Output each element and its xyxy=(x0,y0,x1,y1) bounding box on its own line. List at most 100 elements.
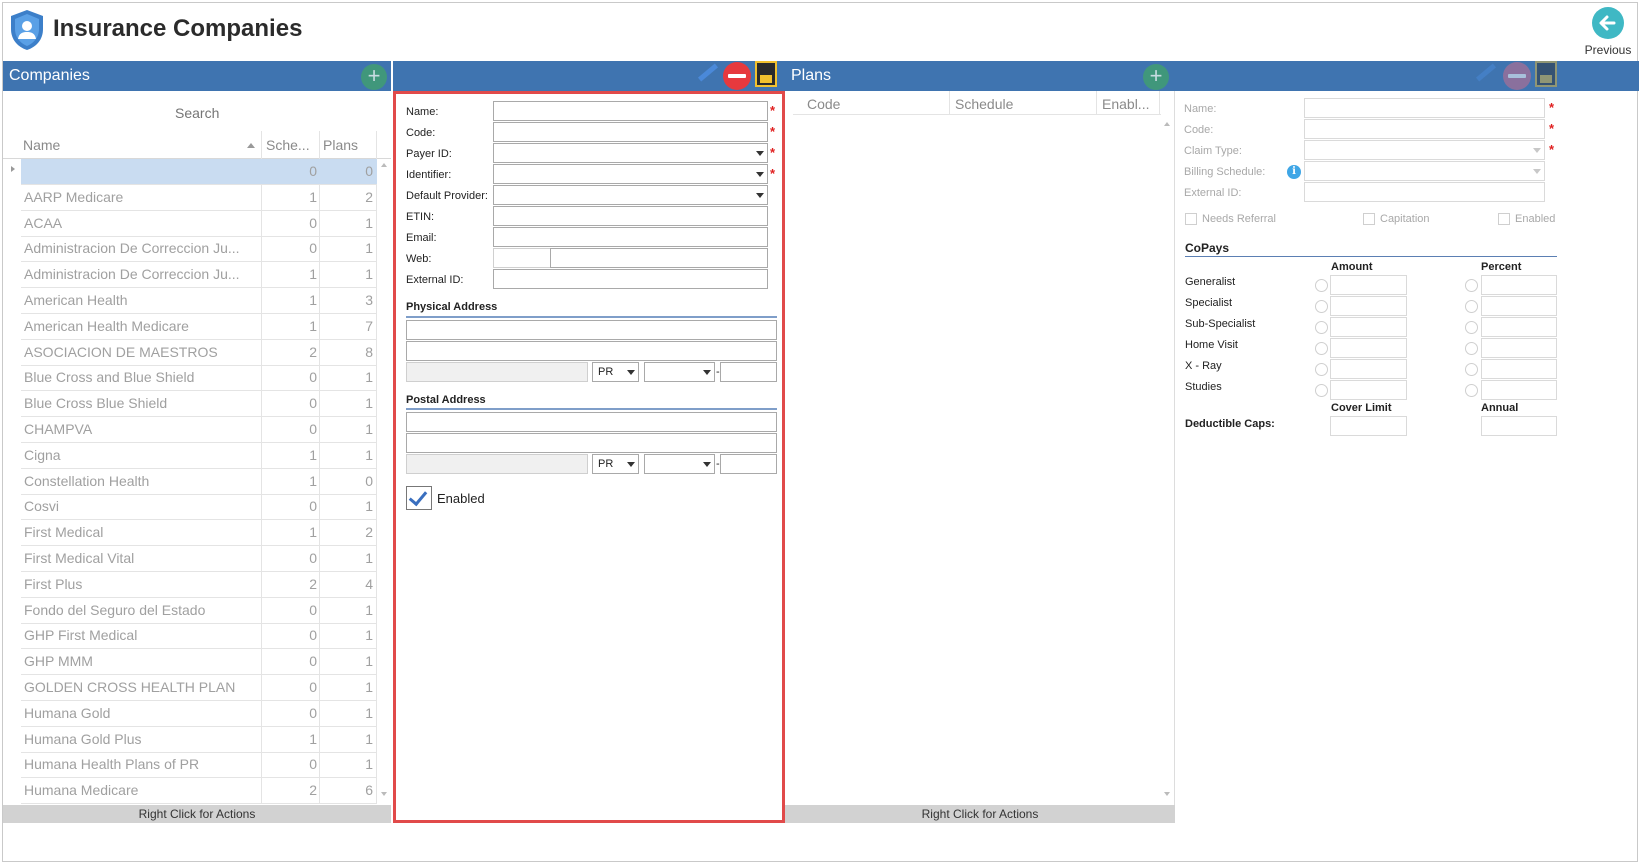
needs-referral-checkbox[interactable] xyxy=(1185,213,1197,225)
add-company-button[interactable]: + xyxy=(361,64,387,90)
table-row[interactable]: Humana Health Plans of PR 0 1 xyxy=(21,752,377,779)
plan-external-id-field[interactable] xyxy=(1304,182,1545,202)
delete-plan-button[interactable] xyxy=(1503,62,1531,90)
table-row[interactable]: Blue Cross and Blue Shield 0 1 xyxy=(21,365,377,392)
previous-button[interactable]: Previous xyxy=(1583,7,1633,59)
table-row[interactable]: 00 xyxy=(21,159,377,185)
amount-radio[interactable] xyxy=(1315,279,1328,292)
table-row[interactable]: Blue Cross Blue Shield 0 1 xyxy=(21,391,377,418)
percent-field[interactable] xyxy=(1481,296,1557,316)
physical-address-line1[interactable] xyxy=(406,320,777,340)
delete-company-button[interactable] xyxy=(723,62,751,90)
payer-id-select[interactable] xyxy=(493,143,768,163)
column-schedule-header[interactable]: Schedule xyxy=(955,96,1013,112)
annual-field[interactable] xyxy=(1481,416,1557,436)
capitation-checkbox[interactable] xyxy=(1363,213,1375,225)
physical-zip-select[interactable] xyxy=(644,362,715,382)
postal-city-field[interactable] xyxy=(406,454,588,474)
amount-field[interactable] xyxy=(1330,359,1407,379)
amount-radio[interactable] xyxy=(1315,300,1328,313)
postal-zip-ext-field[interactable] xyxy=(720,454,777,474)
percent-radio[interactable] xyxy=(1465,363,1478,376)
external-id-field[interactable] xyxy=(493,269,768,289)
column-plans-header[interactable]: Plans xyxy=(323,137,358,153)
percent-radio[interactable] xyxy=(1465,321,1478,334)
cover-limit-field[interactable] xyxy=(1330,416,1407,436)
name-field[interactable] xyxy=(493,101,768,121)
save-plan-icon[interactable] xyxy=(1535,61,1557,87)
billing-schedule-select[interactable] xyxy=(1304,161,1545,181)
physical-state-select[interactable]: PR xyxy=(592,362,639,382)
table-row[interactable]: American Health Medicare 1 7 xyxy=(21,314,377,340)
scroll-up-icon[interactable] xyxy=(381,163,387,167)
table-row[interactable]: First Medical Vital 0 1 xyxy=(21,546,377,572)
table-row[interactable]: Cosvi 0 1 xyxy=(21,494,377,521)
column-enabled-header[interactable]: Enabl... xyxy=(1102,96,1149,112)
table-row[interactable]: Constellation Health 1 0 xyxy=(21,469,377,495)
postal-state-select[interactable]: PR xyxy=(592,454,639,474)
default-provider-select[interactable] xyxy=(493,185,768,205)
scroll-down-icon[interactable] xyxy=(1164,792,1170,796)
table-row[interactable]: GOLDEN CROSS HEALTH PLAN 0 1 xyxy=(21,675,377,701)
plan-name-field[interactable] xyxy=(1304,98,1545,118)
column-name-header[interactable]: Name xyxy=(23,137,60,153)
save-icon[interactable] xyxy=(755,61,777,87)
amount-radio[interactable] xyxy=(1315,321,1328,334)
amount-radio[interactable] xyxy=(1315,384,1328,397)
identifier-select[interactable] xyxy=(493,164,768,184)
edit-pencil-icon[interactable] xyxy=(697,63,719,82)
postal-zip-select[interactable] xyxy=(644,454,715,474)
table-row[interactable]: GHP First Medical 0 1 xyxy=(21,623,377,650)
info-icon[interactable]: i xyxy=(1287,165,1301,179)
column-code-header[interactable]: Code xyxy=(807,96,840,112)
percent-radio[interactable] xyxy=(1465,300,1478,313)
table-row[interactable]: First Plus 2 4 xyxy=(21,572,377,598)
table-row[interactable]: Humana Medicare 2 6 xyxy=(21,778,377,805)
scroll-down-icon[interactable] xyxy=(381,792,387,796)
amount-field[interactable] xyxy=(1330,275,1407,295)
postal-address-line2[interactable] xyxy=(406,433,777,453)
add-plan-button[interactable]: + xyxy=(1143,64,1169,90)
table-row[interactable]: CHAMPVA 0 1 xyxy=(21,417,377,443)
table-row[interactable]: American Health 1 3 xyxy=(21,288,377,314)
column-schedules-header[interactable]: Sche... xyxy=(266,137,310,153)
table-row[interactable]: Humana Gold 0 1 xyxy=(21,701,377,727)
percent-radio[interactable] xyxy=(1465,279,1478,292)
enabled-checkbox[interactable] xyxy=(406,486,432,510)
plan-enabled-checkbox[interactable] xyxy=(1498,213,1510,225)
table-row[interactable]: Fondo del Seguro del Estado 0 1 xyxy=(21,598,377,624)
table-row[interactable]: ACAA 0 1 xyxy=(21,211,377,237)
percent-radio[interactable] xyxy=(1465,384,1478,397)
amount-field[interactable] xyxy=(1330,317,1407,337)
table-row[interactable]: Administracion De Correccion Ju... 0 1 xyxy=(21,236,377,263)
physical-zip-ext-field[interactable] xyxy=(720,362,777,382)
percent-field[interactable] xyxy=(1481,380,1557,400)
percent-field[interactable] xyxy=(1481,275,1557,295)
physical-address-line2[interactable] xyxy=(406,341,777,361)
table-row[interactable]: AARP Medicare 1 2 xyxy=(21,185,377,211)
percent-field[interactable] xyxy=(1481,359,1557,379)
web-protocol-field[interactable] xyxy=(493,248,551,268)
scroll-up-icon[interactable] xyxy=(1164,122,1170,126)
table-row[interactable]: ASOCIACION DE MAESTROS 2 8 xyxy=(21,340,377,366)
edit-plan-pencil-icon[interactable] xyxy=(1475,63,1497,82)
amount-radio[interactable] xyxy=(1315,363,1328,376)
amount-field[interactable] xyxy=(1330,296,1407,316)
percent-field[interactable] xyxy=(1481,317,1557,337)
email-field[interactable] xyxy=(493,227,768,247)
amount-field[interactable] xyxy=(1330,380,1407,400)
percent-field[interactable] xyxy=(1481,338,1557,358)
claim-type-select[interactable] xyxy=(1304,140,1545,160)
table-row[interactable]: First Medical 1 2 xyxy=(21,520,377,547)
postal-address-line1[interactable] xyxy=(406,412,777,432)
web-field[interactable] xyxy=(550,248,768,268)
plan-code-field[interactable] xyxy=(1304,119,1545,139)
amount-radio[interactable] xyxy=(1315,342,1328,355)
code-field[interactable] xyxy=(493,122,768,142)
companies-search-input[interactable] xyxy=(171,101,389,125)
table-row[interactable]: Administracion De Correccion Ju... 1 1 xyxy=(21,262,377,289)
physical-city-field[interactable] xyxy=(406,362,588,382)
table-row[interactable]: Cigna 1 1 xyxy=(21,443,377,469)
percent-radio[interactable] xyxy=(1465,342,1478,355)
amount-field[interactable] xyxy=(1330,338,1407,358)
